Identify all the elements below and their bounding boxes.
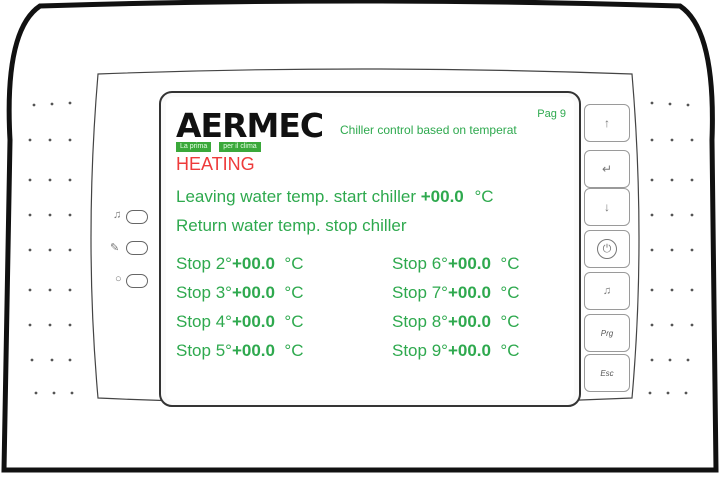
alarm-led [126, 210, 148, 224]
stop-label: Stop 8° [392, 312, 448, 331]
mode-heading: HEATING [176, 154, 255, 174]
enter-icon: ↵ [601, 162, 613, 176]
stop-label: Stop 9° [392, 341, 448, 360]
aermec-logo: AERMEC La prima per il clima [176, 106, 324, 152]
stop-unit: °C [284, 254, 304, 273]
lcd-screen: AERMEC La prima per il clima Pag 9 Chill… [166, 97, 574, 400]
stop-label: Stop 7° [392, 283, 448, 302]
logo-tagline: La prima per il clima [176, 142, 322, 152]
return-water-row: Return water temp. stop chiller [176, 216, 407, 236]
service-led [126, 241, 148, 255]
stop-label: Stop 5° [176, 341, 232, 360]
up-arrow-icon: ↑ [604, 116, 610, 130]
esc-button[interactable]: Esc [584, 354, 630, 392]
stop-label: Stop 4° [176, 312, 232, 331]
logo-tagline-right: per il clima [219, 142, 261, 152]
stop-unit: °C [500, 341, 520, 360]
stop-label: Stop 2° [176, 254, 232, 273]
alarm-button[interactable]: ♫ [584, 272, 630, 310]
stop-value[interactable]: +00.0 [232, 312, 275, 331]
stop-row: Stop 7°+00.0 °C [392, 283, 520, 303]
power-button[interactable]: ⏻ [584, 230, 630, 268]
alarm-bell-icon: ♫ [113, 209, 122, 221]
esc-label: Esc [600, 368, 614, 378]
down-button[interactable]: ↓ [584, 188, 630, 226]
stop-unit: °C [500, 254, 520, 273]
leaving-water-label: Leaving water temp. start chiller [176, 187, 416, 206]
logo-brand: AERMEC [176, 106, 324, 145]
stop-row: Stop 8°+00.0 °C [392, 312, 520, 332]
stop-row: Stop 4°+00.0 °C [176, 312, 304, 332]
alarm-bell-icon: ♫ [602, 285, 612, 297]
logo-tagline-left: La prima [176, 142, 212, 152]
stop-row: Stop 6°+00.0 °C [392, 254, 520, 274]
enter-button[interactable]: ↵ [584, 150, 630, 188]
stop-label: Stop 6° [392, 254, 448, 273]
return-water-label: Return water temp. stop chiller [176, 216, 407, 235]
stop-value[interactable]: +00.0 [448, 254, 491, 273]
prg-label: Prg [600, 328, 614, 338]
stop-unit: °C [284, 312, 304, 331]
stop-value[interactable]: +00.0 [448, 283, 491, 302]
down-arrow-icon: ↓ [604, 200, 610, 214]
stop-value[interactable]: +00.0 [232, 283, 275, 302]
stop-unit: °C [284, 341, 304, 360]
stop-value[interactable]: +00.0 [448, 312, 491, 331]
circle-icon: ○ [115, 273, 122, 285]
power-led [126, 274, 148, 288]
stop-unit: °C [284, 283, 304, 302]
stop-row: Stop 3°+00.0 °C [176, 283, 304, 303]
leaving-water-row: Leaving water temp. start chiller +00.0 … [176, 187, 494, 207]
power-icon: ⏻ [597, 239, 617, 259]
stop-value[interactable]: +00.0 [448, 341, 491, 360]
page-indicator: Pag 9 [537, 108, 566, 120]
wrench-icon: ✎ [110, 242, 120, 254]
stop-unit: °C [500, 312, 520, 331]
up-button[interactable]: ↑ [584, 104, 630, 142]
stop-label: Stop 3° [176, 283, 232, 302]
stop-value[interactable]: +00.0 [232, 341, 275, 360]
leaving-water-value[interactable]: +00.0 [421, 187, 464, 206]
stop-value[interactable]: +00.0 [232, 254, 275, 273]
leaving-water-unit: °C [474, 187, 494, 206]
stop-row: Stop 5°+00.0 °C [176, 341, 304, 361]
prg-button[interactable]: Prg [584, 314, 630, 352]
stop-row: Stop 2°+00.0 °C [176, 254, 304, 274]
stop-unit: °C [500, 283, 520, 302]
page-subtitle: Chiller control based on temperat [340, 123, 517, 137]
stop-row: Stop 9°+00.0 °C [392, 341, 520, 361]
